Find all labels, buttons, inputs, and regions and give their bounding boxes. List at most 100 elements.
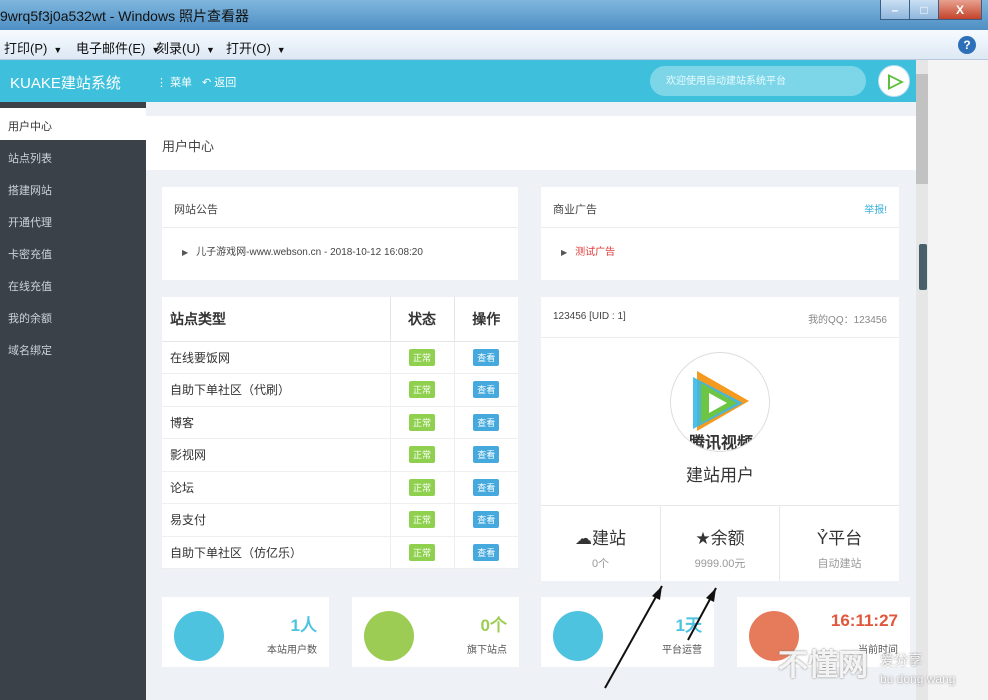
stat-balance-label: ★余额: [661, 524, 779, 549]
sidebar-item-site-list[interactable]: 站点列表: [0, 140, 146, 172]
divider: [541, 227, 899, 228]
view-button[interactable]: 查看: [473, 413, 500, 431]
profile-logo: 腾讯视频: [670, 352, 770, 452]
back-label: 返回: [214, 77, 237, 89]
profile-uid: 123456 [UID : 1]: [553, 311, 626, 322]
menu-icon: ⋮: [156, 77, 171, 89]
view-button[interactable]: 查看: [473, 511, 500, 529]
status-cell: 正常: [389, 536, 454, 569]
menu-email-label: 电子邮件(E): [76, 41, 146, 56]
status-badge: 正常: [408, 511, 435, 529]
kpi-sites-number: 0个: [480, 616, 507, 635]
table-row: 自助下单社区（仿亿乐） 正常 查看: [162, 536, 518, 569]
menu-print[interactable]: 打印(P) ▼: [4, 38, 62, 57]
status-badge: 正常: [408, 543, 435, 561]
menu-email[interactable]: 电子邮件(E) ▼: [76, 38, 160, 57]
cloud-icon: [364, 611, 414, 661]
divider: [162, 227, 518, 228]
view-button[interactable]: 查看: [473, 381, 500, 399]
action-cell: 查看: [453, 471, 518, 504]
tencent-video-logo-icon: [888, 74, 904, 90]
menubar: 打印(P) ▼ 电子邮件(E) ▼ 刻录(U) ▼ 打开(O) ▼ ?: [0, 30, 988, 60]
close-button[interactable]: X: [938, 0, 982, 20]
sidebar-item-online-recharge[interactable]: 在线充值: [0, 268, 146, 300]
announcement-card: 网站公告 ▶ 儿子游戏网-www.webson.cn - 2018-10-12 1…: [162, 187, 518, 280]
window-title: 9wrq5f3j0a532wt - Windows 照片查看器: [0, 8, 249, 24]
stat-platform-label-text: 平台: [828, 529, 863, 548]
chevron-down-icon: ▼: [276, 45, 286, 55]
maximize-button[interactable]: □: [909, 0, 939, 20]
help-icon[interactable]: ?: [958, 36, 976, 54]
table-row: 博客 正常 查看: [162, 406, 518, 439]
menu-toggle[interactable]: ⋮ 菜单: [156, 74, 192, 90]
sidebar-item-my-balance[interactable]: 我的余额: [0, 300, 146, 332]
kpi-days-caption: 平台运营: [662, 645, 702, 656]
view-button[interactable]: 查看: [473, 446, 500, 464]
menu-burn[interactable]: 刻录(U) ▼: [156, 38, 215, 57]
site-type-cell: 论坛: [162, 471, 390, 504]
sidebar-item-user-center[interactable]: 用户中心: [0, 108, 146, 140]
kpi-users-caption: 本站用户数: [267, 645, 317, 656]
site-type-cell: 自助下单社区（仿亿乐）: [162, 536, 390, 569]
table-header-row: 站点类型 状态 操作: [162, 297, 518, 342]
back-link[interactable]: ↶ 返回: [202, 74, 236, 90]
status-cell: 正常: [389, 406, 454, 439]
stat-balance: ★余额 9999.00元: [660, 505, 779, 581]
calendar-icon: [553, 611, 603, 661]
table-body: 在线要饭网 正常 查看 自助下单社区（代刷） 正常 查看 博客 正常 查看 影视网 正常 查看 论坛 正常…: [162, 341, 518, 569]
status-badge: 正常: [408, 348, 435, 366]
menu-open[interactable]: 打开(O) ▼: [226, 38, 286, 57]
view-button[interactable]: 查看: [473, 348, 500, 366]
sidebar-item-open-agent[interactable]: 开通代理: [0, 204, 146, 236]
sidebar-item-card-recharge[interactable]: 卡密充值: [0, 236, 146, 268]
scrollbar-thumb[interactable]: [916, 74, 928, 184]
ad-entry-text: 测试广告: [575, 247, 616, 258]
cloud-icon: ☁: [575, 529, 592, 548]
status-cell: 正常: [389, 471, 454, 504]
column-header-action: 操作: [453, 297, 518, 342]
stat-sites-label: ☁建站: [541, 524, 660, 549]
status-badge: 正常: [408, 413, 435, 431]
report-link[interactable]: 举报!: [864, 201, 887, 216]
app-header: KUAKE建站系统 ⋮ 菜单 ↶ 返回: [0, 60, 916, 102]
status-badge: 正常: [408, 446, 435, 464]
action-cell: 查看: [453, 536, 518, 569]
status-badge: 正常: [408, 381, 435, 399]
brand-title: KUAKE建站系统: [10, 75, 121, 92]
stat-sites: ☁建站 0个: [541, 505, 660, 581]
column-header-status: 状态: [389, 297, 454, 342]
stat-balance-label-text: 余额: [710, 529, 745, 548]
caret-right-icon: ▶: [561, 248, 568, 257]
ads-card: 商业广告 举报! ▶ 测试广告: [541, 187, 899, 280]
users-icon: [174, 611, 224, 661]
divider: [541, 337, 899, 338]
menu-open-label: 打开(O): [226, 41, 271, 56]
sidebar-item-domain-binding[interactable]: 域名绑定: [0, 332, 146, 364]
page-heading: 用户中心: [146, 116, 916, 170]
search-input[interactable]: [650, 66, 866, 96]
kpi-days-number: 1天: [675, 616, 702, 635]
announcement-entry[interactable]: ▶ 儿子游戏网-www.webson.cn - 2018-10-12 16:08:…: [182, 243, 423, 258]
kpi-sites: 0个 旗下站点: [352, 597, 519, 667]
sidebar-item-build-site[interactable]: 搭建网站: [0, 172, 146, 204]
minimize-button[interactable]: –: [880, 0, 910, 20]
avatar[interactable]: [878, 65, 910, 97]
chevron-down-icon: ▼: [206, 45, 215, 55]
site-type-cell: 在线要饭网: [162, 341, 390, 374]
column-header-site-type: 站点类型: [162, 297, 390, 342]
site-type-cell: 易支付: [162, 503, 390, 537]
kpi-time-number: 16:11:27: [830, 611, 898, 630]
ad-entry[interactable]: ▶ 测试广告: [561, 243, 615, 258]
action-cell: 查看: [453, 373, 518, 407]
kpi-days: 1天 平台运营: [541, 597, 714, 667]
action-cell: 查看: [453, 406, 518, 439]
site-type-cell: 自助下单社区（代刷）: [162, 373, 390, 407]
stat-balance-value: 9999.00元: [694, 558, 746, 570]
announcement-title: 网站公告: [174, 204, 218, 216]
ads-title: 商业广告: [553, 204, 597, 216]
stat-sites-label-text: 建站: [592, 529, 626, 548]
view-button[interactable]: 查看: [473, 478, 500, 496]
side-grip[interactable]: [919, 244, 927, 290]
kpi-sites-caption: 旗下站点: [467, 645, 507, 656]
view-button[interactable]: 查看: [473, 543, 500, 561]
